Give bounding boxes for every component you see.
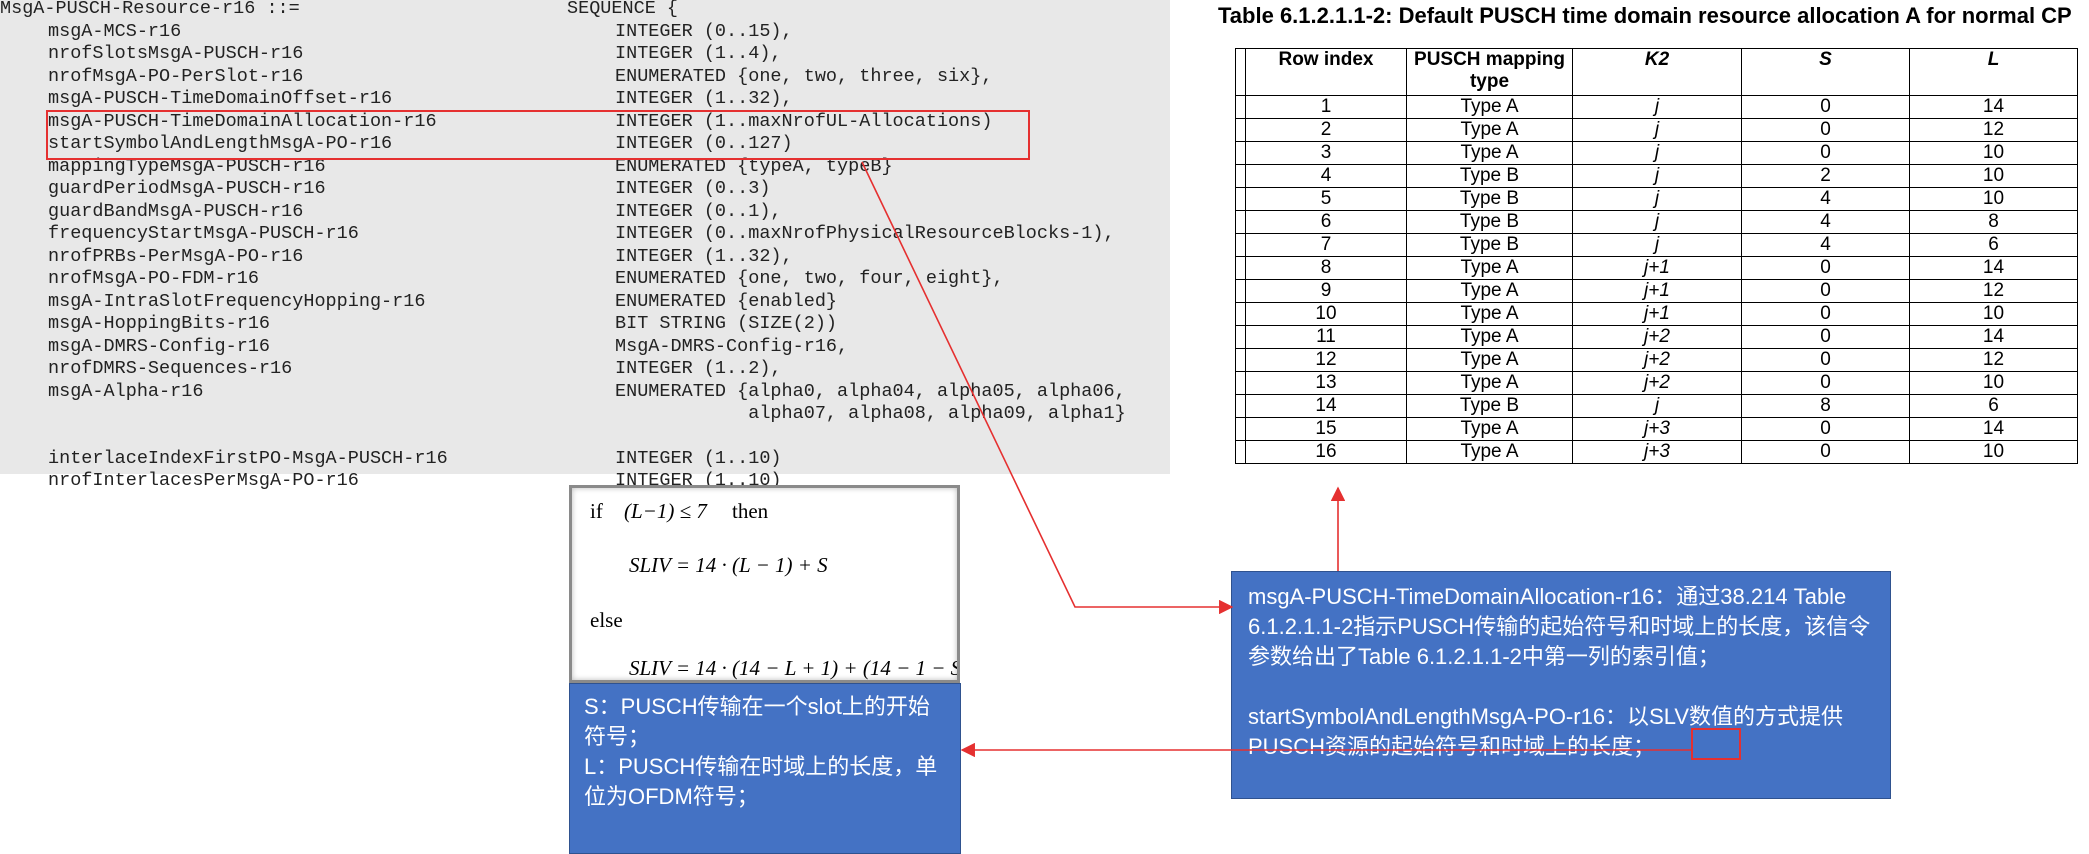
connector-arrows <box>861 161 1691 758</box>
arrow-asn-to-description <box>861 161 1234 615</box>
